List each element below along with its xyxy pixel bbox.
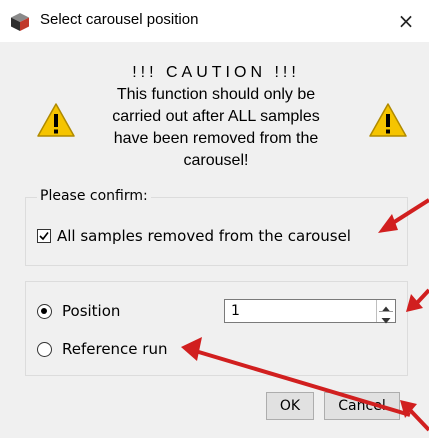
reference-run-radio[interactable]: Reference run <box>37 340 167 358</box>
mode-group <box>25 281 408 376</box>
reference-run-label: Reference run <box>62 340 168 358</box>
checkmark-icon <box>39 232 49 241</box>
all-samples-removed-checkbox[interactable]: All samples removed from the carousel <box>37 227 351 245</box>
caution-line: carousel! <box>183 152 249 169</box>
close-button[interactable]: × <box>383 0 429 42</box>
radio-button[interactable] <box>37 303 52 319</box>
warning-icon <box>36 102 76 138</box>
annotation-arrow <box>408 408 429 432</box>
caution-title: !!! CAUTION !!! <box>132 64 300 81</box>
caution-line: have been removed from the <box>113 130 319 147</box>
checkbox-box[interactable] <box>37 229 51 243</box>
annotation-arrowhead <box>400 400 417 418</box>
caution-message: !!! CAUTION !!! This function should onl… <box>80 62 352 172</box>
annotation-arrowhead <box>406 294 423 312</box>
select-carousel-position-dialog: Select carousel position × !!! CAUTION !… <box>0 0 429 438</box>
position-radio[interactable]: Position <box>37 302 120 320</box>
spin-buttons <box>376 300 395 324</box>
caution-line: carried out after ALL samples <box>112 108 320 125</box>
position-spinbox[interactable]: 1 <box>224 299 396 324</box>
confirm-group-label: Please confirm: <box>37 188 151 204</box>
position-value[interactable]: 1 <box>231 303 240 319</box>
position-label: Position <box>62 302 121 320</box>
ok-button[interactable]: OK <box>266 392 314 420</box>
title-bar: Select carousel position × <box>0 0 429 42</box>
warning-icon <box>368 102 408 138</box>
chevron-down-icon <box>381 318 391 324</box>
cancel-button[interactable]: Cancel <box>324 392 400 420</box>
cube-icon <box>10 12 30 32</box>
window-title: Select carousel position <box>40 11 199 28</box>
spin-down-button[interactable] <box>377 311 395 324</box>
caution-line: This function should only be <box>116 86 316 103</box>
spin-up-button[interactable] <box>377 300 395 312</box>
checkbox-label: All samples removed from the carousel <box>57 227 351 245</box>
radio-button[interactable] <box>37 341 52 357</box>
close-icon: × <box>397 9 415 33</box>
annotation-arrow <box>414 288 429 306</box>
